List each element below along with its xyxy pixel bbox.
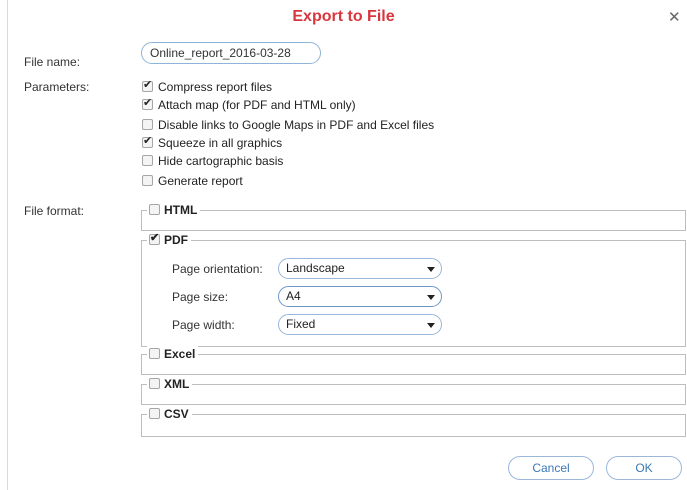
- fieldset-border: [141, 210, 686, 211]
- page-width-label: Page width:: [172, 318, 235, 332]
- checkbox[interactable]: [142, 175, 153, 186]
- checkbox[interactable]: ✔: [142, 97, 153, 110]
- format-label: Excel: [164, 347, 196, 361]
- param-label: Generate report: [158, 174, 243, 188]
- page-size-label: Page size:: [172, 290, 229, 304]
- checkbox[interactable]: ✔: [142, 79, 153, 92]
- fieldset-border: [141, 354, 686, 355]
- format-html-toggle[interactable]: HTML: [147, 202, 201, 218]
- dialog-border: [7, 0, 8, 490]
- page-width-select[interactable]: Fixed: [278, 314, 442, 335]
- file-name-input[interactable]: [141, 42, 321, 64]
- fieldset-border: [141, 230, 686, 231]
- fieldset-border: [141, 414, 686, 415]
- checkbox[interactable]: [149, 408, 160, 420]
- file-format-label: File format:: [24, 204, 85, 218]
- format-label: XML: [164, 377, 190, 391]
- select-value: Landscape: [286, 261, 345, 275]
- fieldset-border: [685, 210, 686, 231]
- format-label: CSV: [164, 407, 189, 421]
- fieldset-border: [141, 384, 142, 405]
- fieldset-border: [685, 384, 686, 405]
- page-orientation-select[interactable]: Landscape: [278, 258, 442, 279]
- fieldset-border: [141, 346, 686, 347]
- fieldset-border: [141, 374, 686, 375]
- format-label: HTML: [164, 203, 198, 217]
- fieldset-border: [141, 384, 686, 385]
- fieldset-border: [141, 414, 142, 437]
- param-label: Squeeze in all graphics: [158, 136, 283, 150]
- checkbox[interactable]: ✔: [149, 232, 160, 246]
- param-label: Disable links to Google Maps in PDF and …: [158, 118, 435, 132]
- checkmark-icon: ✔: [150, 232, 160, 245]
- fieldset-border: [141, 210, 142, 231]
- fieldset-border: [141, 404, 686, 405]
- param-label: Hide cartographic basis: [158, 154, 284, 168]
- ok-button[interactable]: OK: [606, 456, 682, 480]
- export-dialog: Export to File ✕ File name: Parameters: …: [0, 0, 687, 490]
- checkbox[interactable]: [142, 119, 153, 130]
- select-value: A4: [286, 289, 301, 303]
- chevron-down-icon: [427, 323, 435, 328]
- file-name-label: File name:: [24, 55, 81, 69]
- chevron-down-icon: [427, 295, 435, 300]
- checkmark-icon: ✔: [143, 97, 153, 109]
- checkbox[interactable]: ✔: [142, 135, 153, 148]
- checkbox[interactable]: [149, 378, 160, 390]
- fieldset-border: [141, 354, 142, 375]
- dialog-title: Export to File: [292, 8, 395, 25]
- checkmark-icon: ✔: [143, 79, 153, 91]
- fieldset-border: [685, 240, 686, 347]
- cancel-button[interactable]: Cancel: [508, 456, 594, 480]
- close-icon[interactable]: ✕: [668, 10, 681, 25]
- format-pdf-toggle[interactable]: ✔ PDF: [147, 232, 191, 248]
- checkbox[interactable]: [149, 348, 160, 360]
- param-label: Compress report files: [158, 80, 273, 94]
- format-xml-toggle[interactable]: XML: [147, 376, 193, 392]
- select-value: Fixed: [286, 317, 316, 331]
- checkbox[interactable]: [149, 204, 160, 216]
- page-orientation-label: Page orientation:: [172, 262, 263, 276]
- fieldset-border: [141, 436, 686, 437]
- format-csv-toggle[interactable]: CSV: [147, 406, 192, 422]
- fieldset-border: [685, 414, 686, 437]
- page-size-select[interactable]: A4: [278, 286, 442, 307]
- param-label: Attach map (for PDF and HTML only): [158, 98, 356, 112]
- fieldset-border: [141, 240, 686, 241]
- checkmark-icon: ✔: [143, 135, 153, 147]
- fieldset-border: [685, 354, 686, 375]
- chevron-down-icon: [427, 267, 435, 272]
- parameters-label: Parameters:: [24, 80, 90, 94]
- fieldset-border: [141, 240, 142, 347]
- format-label: PDF: [164, 233, 188, 247]
- format-excel-toggle[interactable]: Excel: [147, 346, 199, 362]
- checkbox[interactable]: [142, 155, 153, 166]
